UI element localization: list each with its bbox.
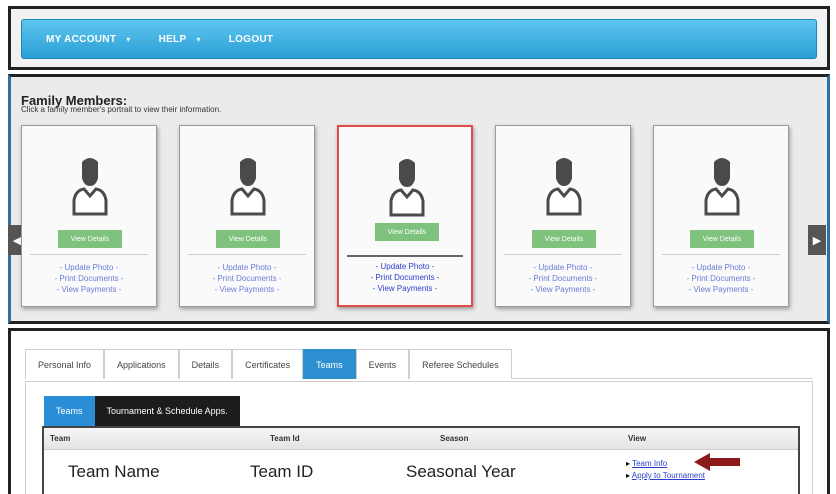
tab-certificates[interactable]: Certificates	[232, 349, 304, 379]
nav-help-label: HELP	[158, 33, 187, 45]
card-links: - Update Photo -- Print Documents -- Vie…	[22, 262, 156, 295]
member-info-tabs: Personal Info Applications Details Certific…	[25, 349, 813, 379]
tab-applications[interactable]: Applications	[104, 349, 179, 379]
family-member-cards: View Details - Update Photo -- Print Docu…	[21, 125, 821, 310]
header-team: Team	[50, 434, 71, 443]
nav-logout[interactable]: LOGOUT	[229, 34, 274, 45]
header-view: View	[628, 434, 647, 443]
teams-table: Team Team Id Season View Team Name Team …	[42, 426, 800, 494]
tab-events[interactable]: Events	[355, 349, 410, 379]
card-divider	[30, 254, 148, 255]
print-documents-link[interactable]: - Print Documents -	[654, 273, 788, 284]
person-avatar-icon[interactable]	[544, 156, 584, 216]
update-photo-link[interactable]: - Update Photo -	[496, 262, 630, 273]
view-payments-link[interactable]: - View Payments -	[22, 284, 156, 295]
card-links: - Update Photo -- Print Documents -- Vie…	[339, 261, 471, 294]
apply-to-tournament-link[interactable]: Apply to Tournament	[632, 471, 705, 480]
chevron-left-icon: ◀	[12, 234, 22, 247]
view-details-button[interactable]: View Details	[375, 223, 439, 241]
family-member-card[interactable]: View Details - Update Photo -- Print Docu…	[337, 125, 473, 307]
card-divider	[504, 254, 622, 255]
cell-team-id: Team ID	[250, 462, 314, 481]
update-photo-link[interactable]: - Update Photo -	[654, 262, 788, 273]
teams-tab-content: Teams Tournament & Schedule Apps. Team T…	[25, 381, 813, 494]
chevron-down-icon: ▾	[126, 34, 131, 44]
cell-season: Seasonal Year	[406, 462, 516, 481]
card-links: - Update Photo -- Print Documents -- Vie…	[180, 262, 314, 295]
nav-my-account-label: MY ACCOUNT	[46, 33, 117, 45]
family-member-card[interactable]: View Details - Update Photo -- Print Docu…	[21, 125, 157, 307]
top-frame: MY ACCOUNT ▾ HELP ▾ LOGOUT	[8, 6, 830, 70]
subtab-teams[interactable]: Teams	[44, 396, 95, 426]
update-photo-link[interactable]: - Update Photo -	[22, 262, 156, 273]
update-photo-link[interactable]: - Update Photo -	[339, 261, 471, 272]
subtab-tournament-schedule-apps[interactable]: Tournament & Schedule Apps.	[94, 396, 240, 426]
view-details-button[interactable]: View Details	[216, 230, 280, 248]
member-info-panel: Personal Info Applications Details Certific…	[8, 328, 830, 494]
header-season: Season	[440, 434, 469, 443]
print-documents-link[interactable]: - Print Documents -	[180, 273, 314, 284]
card-divider	[662, 254, 780, 255]
teams-subtabs: Teams Tournament & Schedule Apps.	[44, 396, 240, 426]
person-avatar-icon[interactable]	[70, 156, 110, 216]
view-details-button[interactable]: View Details	[532, 230, 596, 248]
person-avatar-icon[interactable]	[702, 156, 742, 216]
family-member-card[interactable]: View Details - Update Photo -- Print Docu…	[653, 125, 789, 307]
print-documents-link[interactable]: - Print Documents -	[22, 273, 156, 284]
nav-logout-label: LOGOUT	[228, 33, 274, 45]
view-details-button[interactable]: View Details	[58, 230, 122, 248]
tab-personal-info[interactable]: Personal Info	[25, 349, 105, 379]
team-info-link[interactable]: Team Info	[632, 459, 667, 468]
view-payments-link[interactable]: - View Payments -	[339, 283, 471, 294]
person-avatar-icon[interactable]	[387, 157, 427, 217]
view-payments-link[interactable]: - View Payments -	[180, 284, 314, 295]
print-documents-link[interactable]: - Print Documents -	[496, 273, 630, 284]
print-documents-link[interactable]: - Print Documents -	[339, 272, 471, 283]
tab-referee-schedules[interactable]: Referee Schedules	[409, 349, 512, 379]
card-links: - Update Photo -- Print Documents -- Vie…	[654, 262, 788, 295]
teams-table-header: Team Team Id Season View	[44, 428, 798, 450]
card-divider	[188, 254, 306, 255]
family-member-card[interactable]: View Details - Update Photo -- Print Docu…	[495, 125, 631, 307]
tab-details[interactable]: Details	[178, 349, 233, 379]
nav-my-account[interactable]: MY ACCOUNT ▾	[46, 34, 131, 45]
family-members-subtitle: Click a family member's portrait to view…	[21, 105, 222, 114]
nav-help[interactable]: HELP ▾	[159, 34, 201, 45]
chevron-down-icon: ▾	[196, 34, 201, 44]
card-divider	[347, 255, 463, 257]
main-nav-bar: MY ACCOUNT ▾ HELP ▾ LOGOUT	[21, 19, 817, 59]
family-members-panel: Family Members: Click a family member's …	[8, 74, 830, 324]
family-member-card[interactable]: View Details - Update Photo -- Print Docu…	[179, 125, 315, 307]
header-team-id: Team Id	[270, 434, 300, 443]
card-links: - Update Photo -- Print Documents -- Vie…	[496, 262, 630, 295]
tab-teams[interactable]: Teams	[303, 349, 356, 379]
view-payments-link[interactable]: - View Payments -	[654, 284, 788, 295]
view-payments-link[interactable]: - View Payments -	[496, 284, 630, 295]
update-photo-link[interactable]: - Update Photo -	[180, 262, 314, 273]
arrow-left-icon	[694, 453, 740, 471]
cell-team-name: Team Name	[68, 462, 160, 481]
person-avatar-icon[interactable]	[228, 156, 268, 216]
view-details-button[interactable]: View Details	[690, 230, 754, 248]
